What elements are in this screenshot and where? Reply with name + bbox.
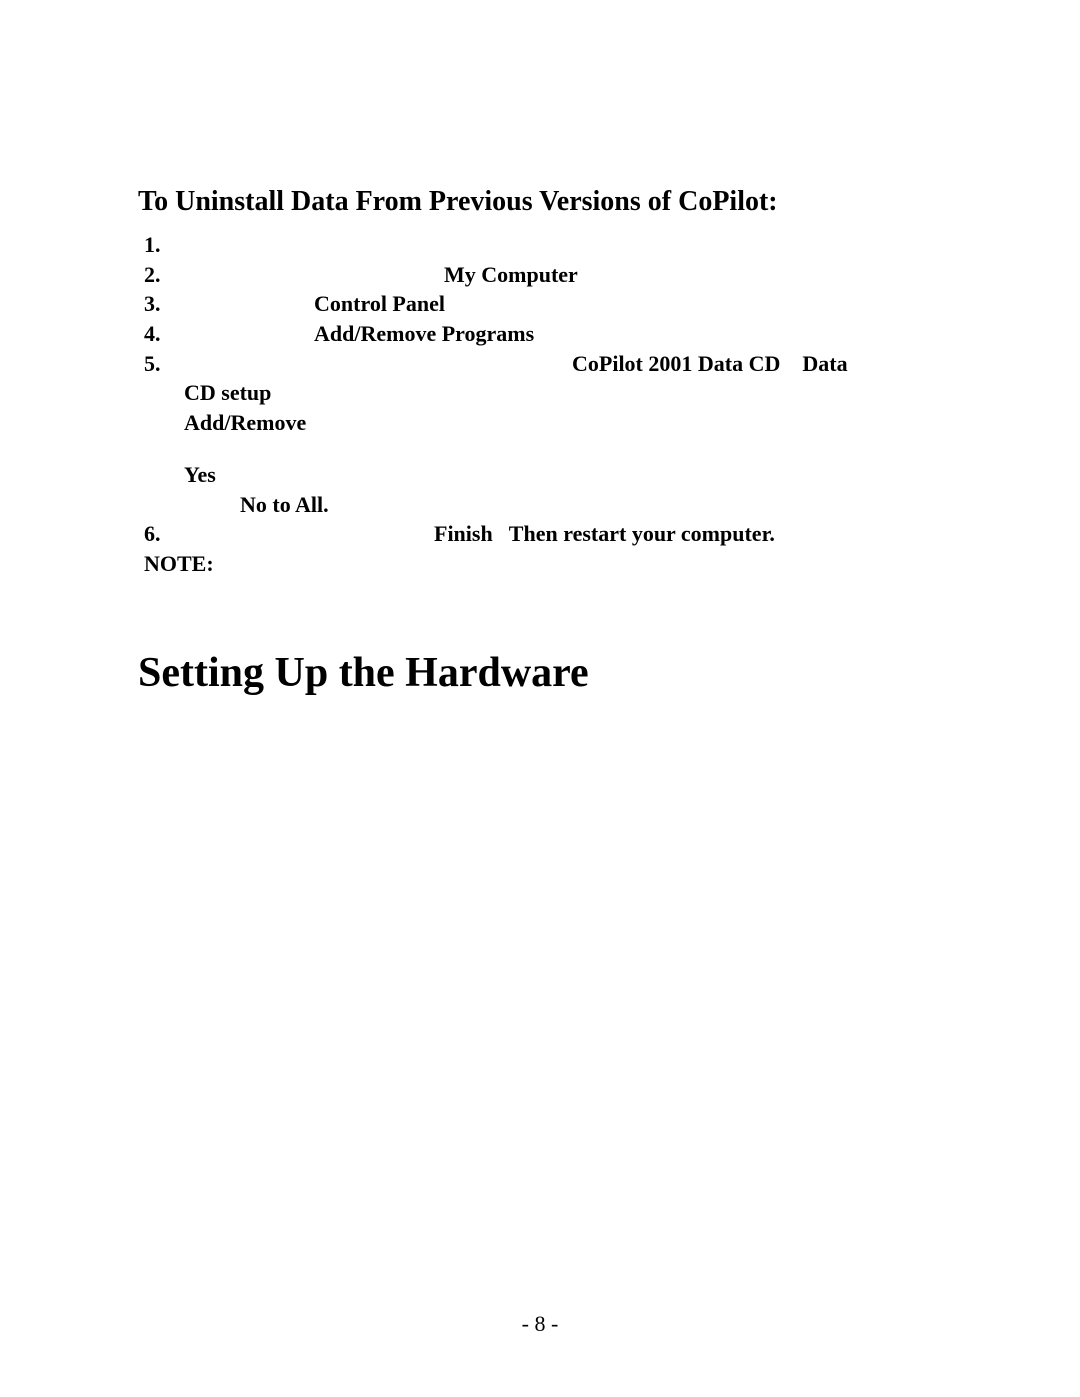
list-number-3: 3.: [144, 289, 184, 319]
list-number-6: 6.: [144, 519, 184, 549]
list-item: 1.: [144, 230, 942, 260]
text-no-to-all: No to All.: [240, 492, 329, 517]
text-add-remove: Add/Remove: [184, 410, 306, 435]
list-item: 2. My Computer: [144, 260, 942, 290]
list-body-1: [184, 230, 942, 260]
list-item: No to All.: [240, 490, 942, 520]
list-number-4: 4.: [144, 319, 184, 349]
list-number-1: 1.: [144, 230, 184, 260]
list-item: 6. Finish Then restart your computer.: [144, 519, 942, 549]
text-control-panel: Control Panel: [314, 291, 445, 316]
list-body-6: Finish Then restart your computer.: [184, 519, 942, 549]
page-number: - 8 -: [0, 1311, 1080, 1337]
text-finish-restart: Finish Then restart your computer.: [434, 521, 775, 546]
list-item: 4. Add/Remove Programs: [144, 319, 942, 349]
list-body-4: Add/Remove Programs: [184, 319, 942, 349]
document-page: To Uninstall Data From Previous Versions…: [0, 0, 1080, 1397]
list-item: 5. CoPilot 2001 Data CD Data: [144, 349, 942, 379]
content-block: To Uninstall Data From Previous Versions…: [138, 186, 942, 697]
text-my-computer: My Computer: [444, 262, 578, 287]
numbered-list: 1. 2. My Computer 3. Control Panel 4. Ad…: [144, 230, 942, 579]
list-item: 3. Control Panel: [144, 289, 942, 319]
list-body-5: CoPilot 2001 Data CD Data: [184, 349, 942, 379]
text-add-remove-programs: Add/Remove Programs: [314, 321, 534, 346]
list-number-2: 2.: [144, 260, 184, 290]
list-body-3: Control Panel: [184, 289, 942, 319]
heading-setting-up-hardware: Setting Up the Hardware: [138, 649, 942, 697]
note-label: NOTE:: [144, 549, 942, 579]
list-item: Yes: [184, 460, 942, 490]
list-item: Add/Remove: [184, 408, 942, 438]
text-yes: Yes: [184, 462, 216, 487]
text-cd-setup: CD setup: [184, 380, 271, 405]
list-number-5: 5.: [144, 349, 184, 379]
subheading-uninstall: To Uninstall Data From Previous Versions…: [138, 186, 942, 218]
blank-line: [184, 438, 942, 460]
list-body-2: My Computer: [184, 260, 942, 290]
list-item: CD setup: [184, 378, 942, 408]
text-copilot-data-cd: CoPilot 2001 Data CD Data: [572, 351, 848, 376]
